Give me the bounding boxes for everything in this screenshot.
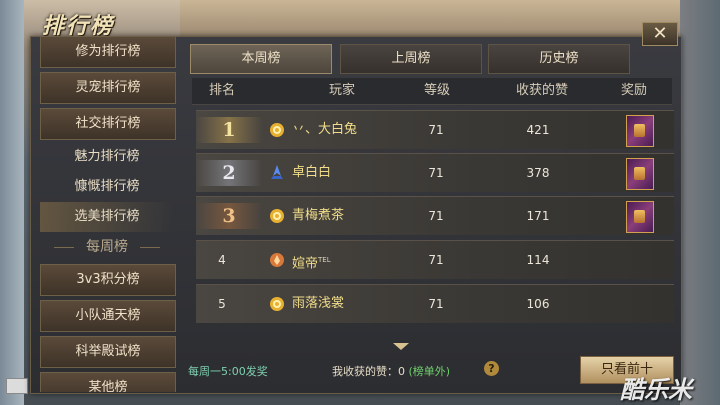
sun-class-icon <box>268 295 286 313</box>
column-reward: 奖励 <box>620 83 647 98</box>
rank-number: 5 <box>218 297 226 311</box>
likes-cell: 378 <box>526 166 550 180</box>
tab-this-week[interactable]: 本周榜 <box>190 44 332 74</box>
player-cell[interactable]: 青梅煮茶 <box>268 197 418 235</box>
sidebar-item-cultivation[interactable]: 修为排行榜 <box>40 36 176 68</box>
chat-message-icon[interactable] <box>6 378 28 394</box>
table-row[interactable]: 3 青梅煮茶 71 171 <box>196 196 674 235</box>
player-name: 青梅煮茶 <box>292 197 344 235</box>
close-button[interactable]: ✕ <box>642 22 678 46</box>
player-cell[interactable]: 媗帝TEL <box>268 241 418 279</box>
player-name-text: 青梅煮茶 <box>292 208 345 223</box>
sidebar-item-exam[interactable]: 科举殿试榜 <box>40 336 176 368</box>
tab-history[interactable]: 历史榜 <box>488 44 630 74</box>
scroll-down-icon[interactable] <box>393 343 409 350</box>
column-level: 等级 <box>423 83 450 98</box>
table-row[interactable]: 4 媗帝TEL 71 114 <box>196 240 674 279</box>
sidebar-item-other[interactable]: 某他榜 <box>40 372 176 392</box>
background-pillar-right <box>680 0 720 405</box>
likes-cell: 106 <box>526 297 550 311</box>
level-cell: 71 <box>428 253 444 267</box>
player-name: 丷、大白兔 <box>292 111 357 149</box>
flame-class-icon <box>268 251 286 269</box>
sidebar-item-social[interactable]: 社交排行榜 <box>40 108 176 140</box>
level-cell: 71 <box>428 209 444 223</box>
table-row[interactable]: 2 卓白白 71 378 <box>196 153 674 192</box>
sidebar-item-3v3[interactable]: 3v3积分榜 <box>40 264 176 296</box>
likes-cell: 171 <box>526 209 550 223</box>
help-icon[interactable]: ? <box>484 361 499 376</box>
sun-class-icon <box>268 207 286 225</box>
reward-chest-icon[interactable] <box>626 158 654 190</box>
sidebar-item-charm[interactable]: 魅力排行榜 <box>40 142 174 172</box>
player-title-tag: TEL <box>318 256 331 264</box>
reward-schedule-note: 每周一5:00发奖 <box>188 365 268 378</box>
column-rank: 排名 <box>208 83 235 98</box>
reward-chest-icon[interactable] <box>626 115 654 147</box>
table-header: 排名 玩家 等级 收获的赞 奖励 <box>192 78 672 105</box>
reward-chest-icon[interactable] <box>626 201 654 233</box>
tab-last-week[interactable]: 上周榜 <box>340 44 482 74</box>
player-name-text: 丷、大白兔 <box>292 122 358 137</box>
watermark-logo: 酷乐米 <box>620 376 692 404</box>
my-likes-label: 我收获的赞：0 <box>332 365 405 378</box>
player-name: 雨落浅裳 <box>292 285 344 323</box>
reward-item-icon <box>634 210 645 223</box>
sidebar-item-pet[interactable]: 灵宠排行榜 <box>40 72 176 104</box>
sidebar-item-team-tower[interactable]: 小队通天榜 <box>40 300 176 332</box>
player-cell[interactable]: 卓白白 <box>268 154 418 192</box>
blade-class-icon <box>268 164 286 182</box>
player-name: 卓白白 <box>292 154 331 192</box>
player-name-text: 卓白白 <box>292 165 332 180</box>
likes-cell: 114 <box>526 253 550 267</box>
my-likes-status: (榜单外) <box>408 365 451 378</box>
sidebar-weekly-header: 每周榜 <box>40 234 174 260</box>
player-name-text: 雨落浅裳 <box>292 296 345 311</box>
reward-item-icon <box>634 124 645 137</box>
likes-cell: 421 <box>526 123 550 137</box>
table-row[interactable]: 5 雨落浅裳 71 106 <box>196 284 674 323</box>
sidebar-item-generosity[interactable]: 慷慨排行榜 <box>40 172 174 202</box>
player-name: 媗帝TEL <box>292 241 331 283</box>
rank-medal-3: 3 <box>196 203 262 229</box>
level-cell: 71 <box>428 123 444 137</box>
level-cell: 71 <box>428 166 444 180</box>
player-cell[interactable]: 雨落浅裳 <box>268 285 418 323</box>
my-likes-summary: 我收获的赞：0 (榜单外) <box>332 363 450 379</box>
level-cell: 71 <box>428 297 444 311</box>
sidebar-item-beauty[interactable]: 选美排行榜 <box>40 202 174 232</box>
player-cell[interactable]: 丷、大白兔 <box>268 111 418 149</box>
background-pillar-left <box>0 0 24 405</box>
sun-class-icon <box>268 121 286 139</box>
column-player: 玩家 <box>328 83 355 98</box>
table-row[interactable]: 1 丷、大白兔 71 421 <box>196 110 674 149</box>
reward-item-icon <box>634 167 645 180</box>
rank-medal-1: 1 <box>196 117 262 143</box>
rank-number: 4 <box>218 253 226 267</box>
player-name-text: 媗帝 <box>292 256 319 272</box>
rank-medal-2: 2 <box>196 160 262 186</box>
category-sidebar: 修为排行榜 灵宠排行榜 社交排行榜 魅力排行榜 慷慨排行榜 选美排行榜 每周榜 … <box>40 36 176 392</box>
column-likes: 收获的赞 <box>515 83 568 98</box>
